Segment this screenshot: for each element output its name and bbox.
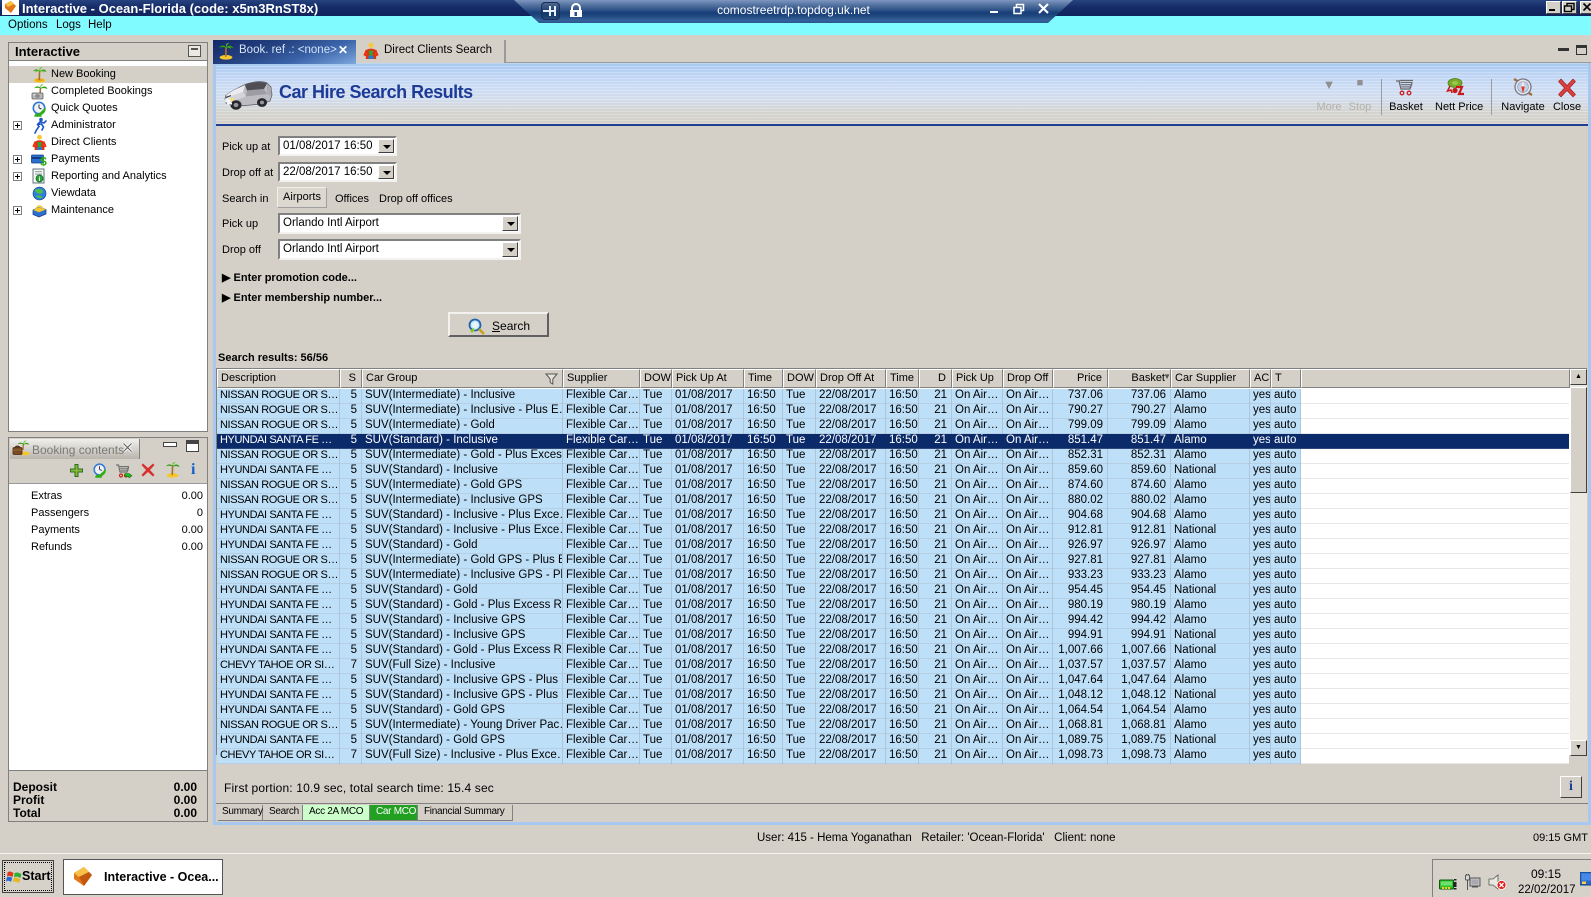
- svg-text:i: i: [39, 176, 41, 183]
- svg-text:$: $: [40, 155, 47, 169]
